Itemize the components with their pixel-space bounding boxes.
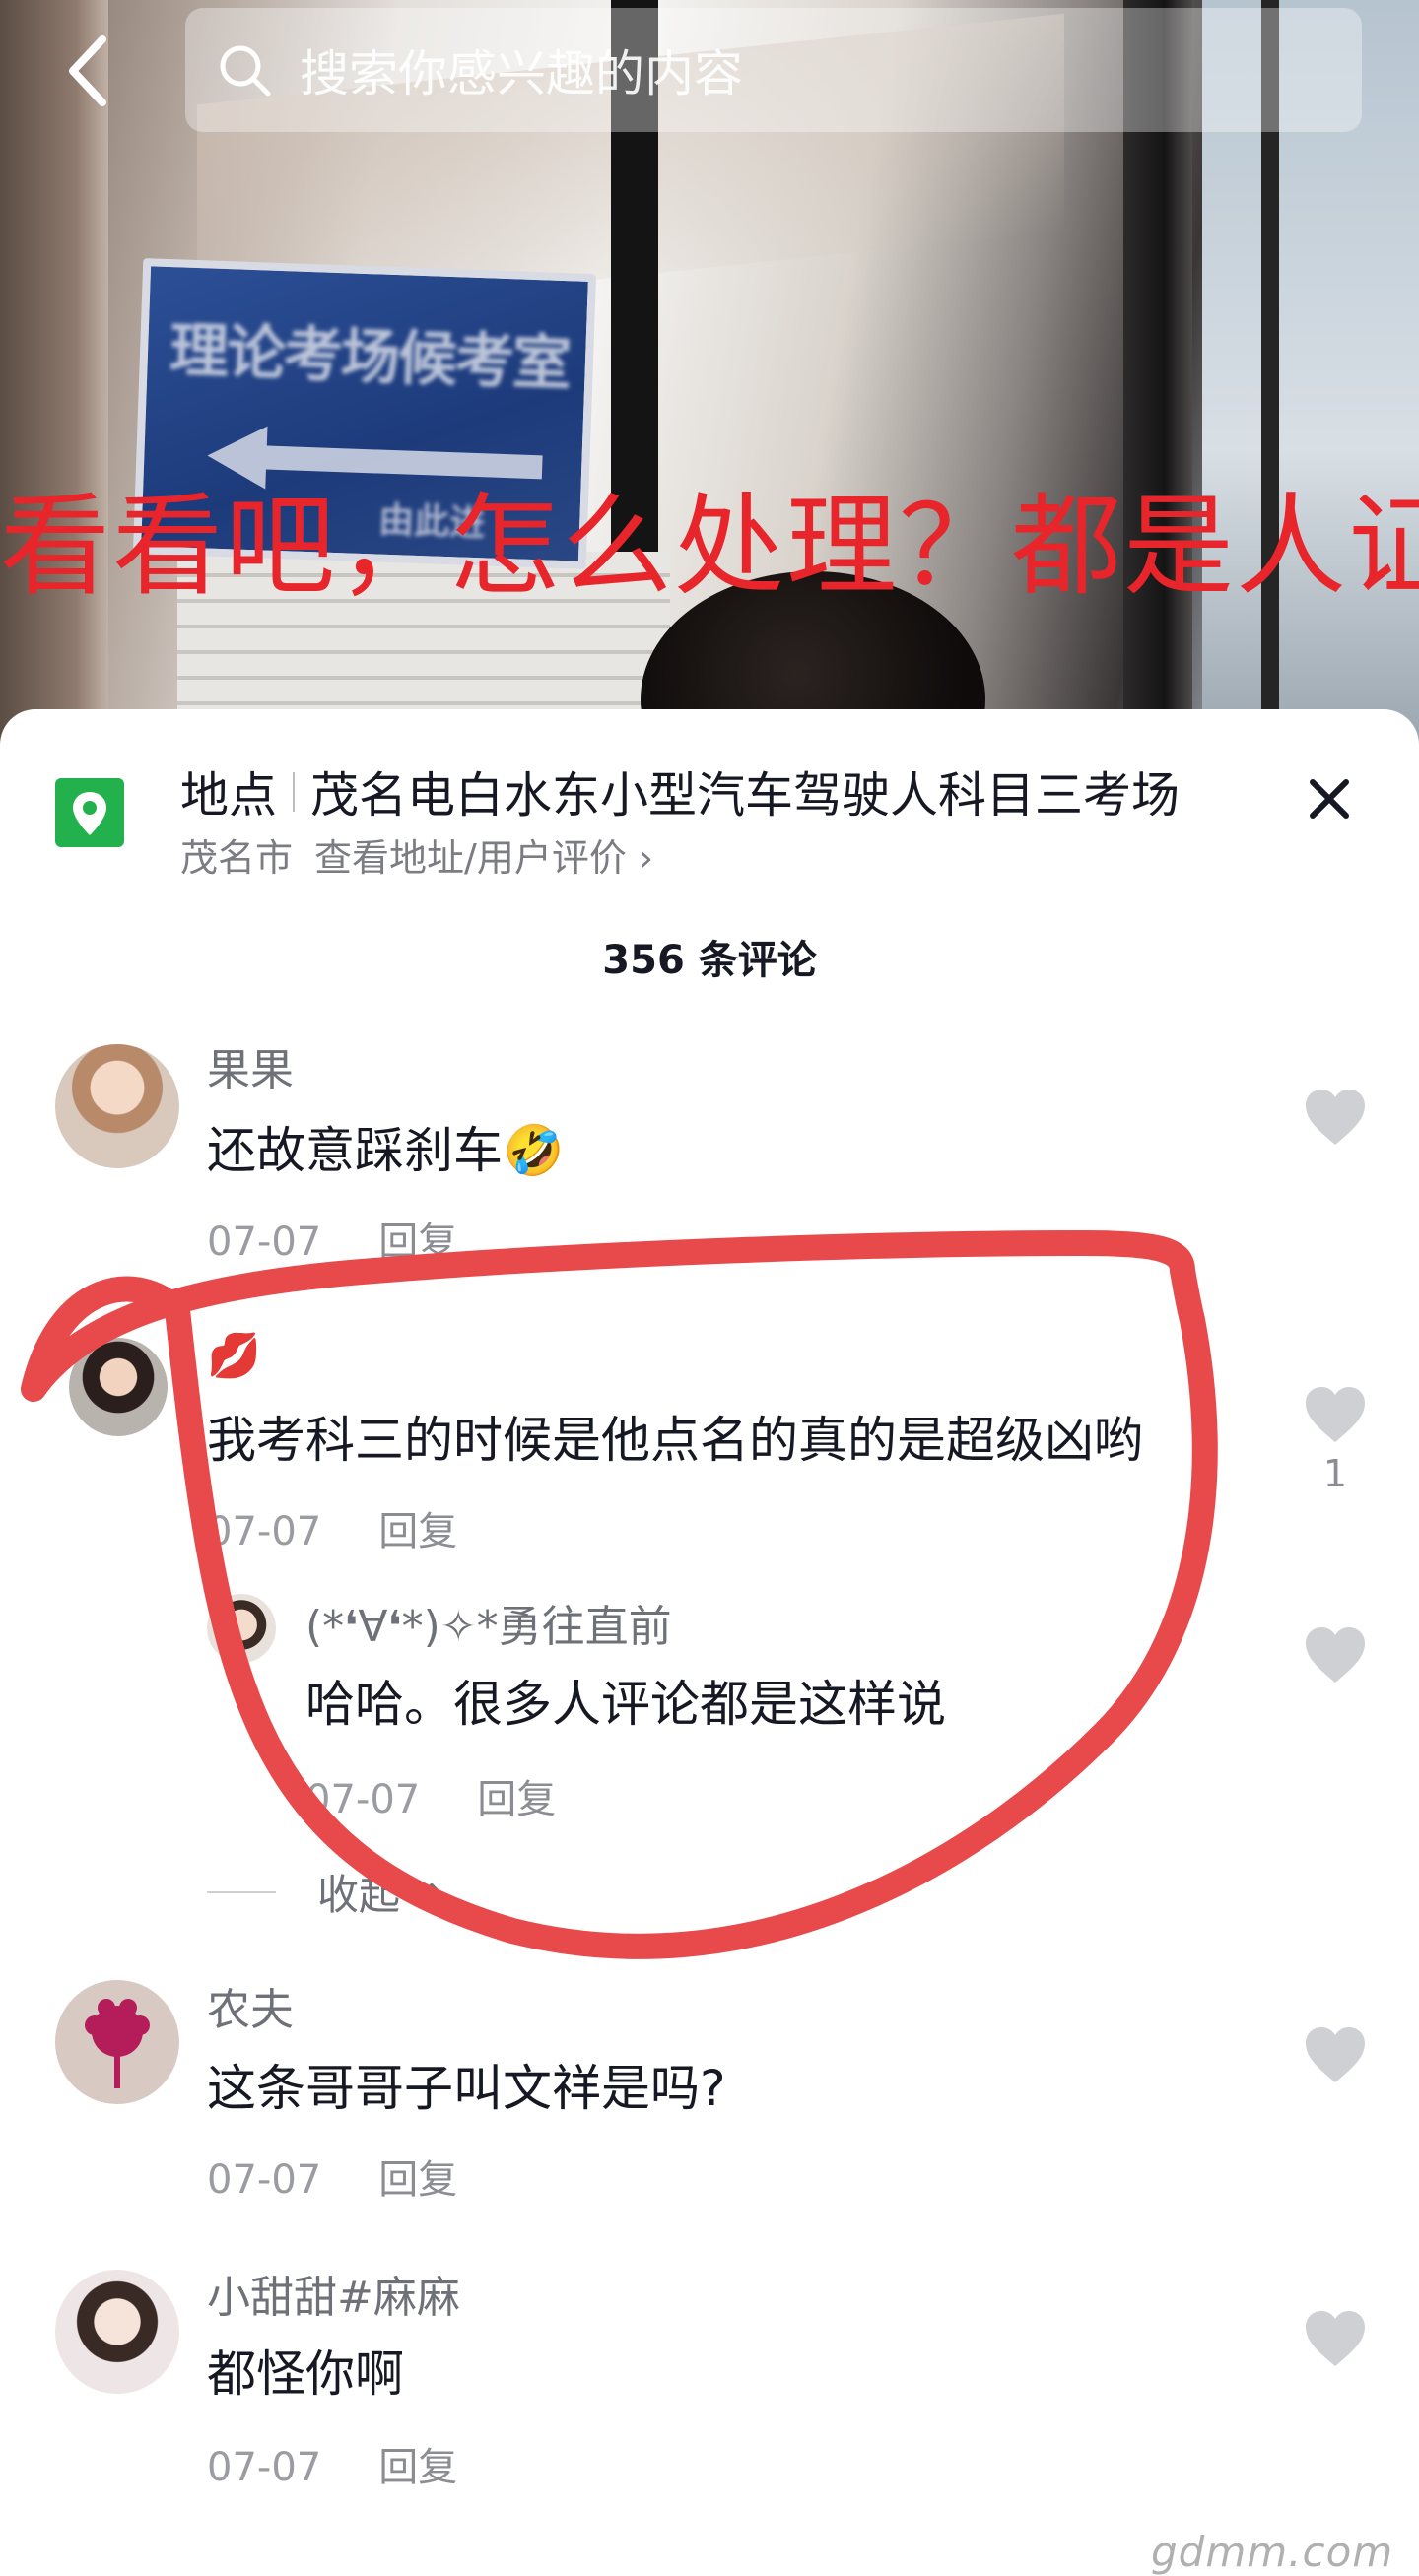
reply-text: 哈哈。很多人评论都是这样说	[305, 1676, 946, 1733]
close-icon	[1310, 779, 1349, 819]
comment-meta: 07-07 回复	[207, 2435, 457, 2492]
location-pin-icon	[55, 778, 124, 847]
comment-meta: 07-07 回复	[207, 2147, 457, 2205]
chevron-up-icon	[416, 1882, 448, 1901]
location-divider	[293, 771, 296, 812]
reply-button[interactable]: 回复	[378, 1509, 457, 1554]
search-icon	[220, 45, 271, 97]
comment-username[interactable]: 小甜甜#麻麻	[207, 2262, 460, 2325]
comment-username[interactable]: 果果	[207, 1034, 294, 1097]
video-caption: 看看吧，怎么处理？都是人证	[0, 483, 1419, 611]
location-subtitle[interactable]: 茂名市 查看地址/用户评价 ›	[180, 827, 653, 882]
comment-username[interactable]: 农夫	[207, 1974, 294, 2037]
comment-date: 07-07	[207, 1220, 322, 1265]
comment-username[interactable]: 💋	[207, 1330, 261, 1381]
heart-icon[interactable]	[1303, 2025, 1368, 2084]
heart-icon[interactable]	[1303, 2309, 1368, 2368]
reply-button[interactable]: 回复	[378, 1220, 457, 1265]
avatar[interactable]	[69, 1338, 168, 1436]
close-button[interactable]	[1301, 770, 1358, 827]
comment-text: 这条哥哥子叫文祥是吗?	[207, 2060, 726, 2117]
sign-text: 理论考场候考室	[168, 316, 572, 400]
avatar[interactable]	[55, 1044, 179, 1168]
avatar[interactable]	[55, 2270, 179, 2394]
flower-icon	[85, 1999, 150, 2088]
comment-text: 都怪你啊	[207, 2345, 404, 2403]
like-count: 1	[1322, 1452, 1348, 1495]
comment-meta: 07-07 回复	[207, 1499, 457, 1556]
collapse-divider	[207, 1890, 276, 1893]
reply-meta: 07-07 回复	[305, 1767, 556, 1824]
location-city: 茂名市	[180, 836, 294, 880]
back-button[interactable]	[59, 28, 118, 116]
collapse-replies-button[interactable]: 收起	[207, 1862, 451, 1922]
watermark: gdmm.com	[1151, 2528, 1394, 2576]
search-placeholder: 搜索你感兴趣的内容	[300, 45, 743, 102]
location-link[interactable]: 查看地址/用户评价 ›	[314, 836, 653, 880]
search-input[interactable]: 搜索你感兴趣的内容	[185, 8, 1362, 132]
comment-text: 我考科三的时候是他点名的真的是超级凶哟	[207, 1412, 1143, 1469]
reply-button[interactable]: 回复	[477, 1777, 556, 1822]
location-name: 茂名电白水东小型汽车驾驶人科目三考场	[310, 767, 1181, 824]
comment-sheet: 地点 茂名电白水东小型汽车驾驶人科目三考场 茂名市 查看地址/用户评价 › 356…	[0, 709, 1419, 2573]
comment-date: 07-07	[207, 1509, 322, 1554]
location-title[interactable]: 地点 茂名电白水东小型汽车驾驶人科目三考场	[180, 757, 1180, 826]
reply-username[interactable]: (*❛∀❛*)✧*勇往直前	[305, 1591, 672, 1654]
comment-count: 356 条评论	[602, 938, 817, 983]
chevron-left-icon	[69, 35, 106, 106]
location-label: 地点	[180, 767, 278, 824]
comment-date: 07-07	[207, 2445, 322, 2490]
comment-meta: 07-07 回复	[207, 1210, 457, 1267]
heart-icon[interactable]	[1303, 1088, 1368, 1147]
reply-button[interactable]: 回复	[378, 2157, 457, 2203]
collapse-label: 收起	[317, 1871, 401, 1919]
reply-button[interactable]: 回复	[378, 2445, 457, 2490]
comment-text: 还故意踩刹车🤣	[207, 1122, 565, 1179]
heart-icon[interactable]	[1303, 1385, 1368, 1444]
avatar[interactable]	[207, 1594, 276, 1663]
reply-date: 07-07	[305, 1777, 421, 1822]
avatar[interactable]	[55, 1980, 179, 2104]
comment-date: 07-07	[207, 2157, 322, 2203]
heart-icon[interactable]	[1303, 1625, 1368, 1684]
